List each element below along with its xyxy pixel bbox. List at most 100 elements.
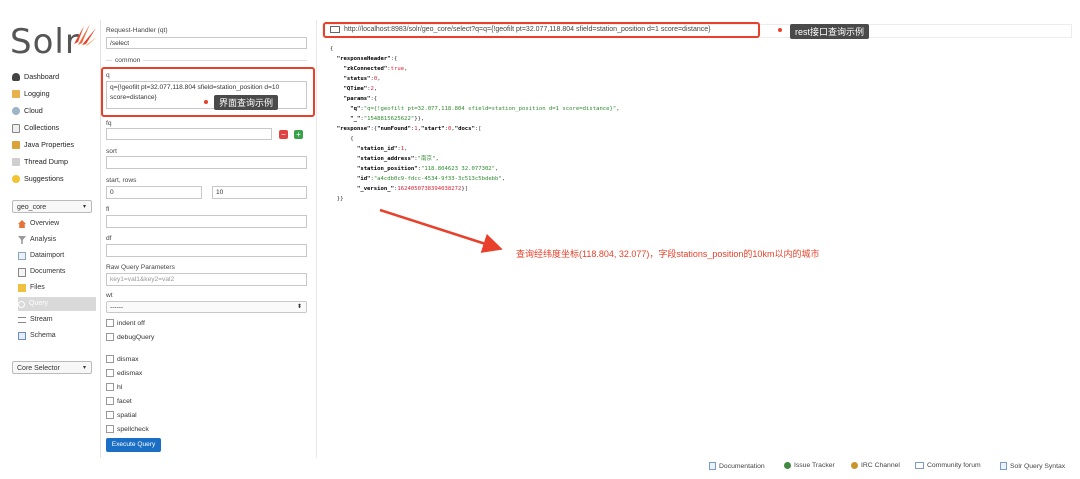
wt-value: ------ xyxy=(110,304,124,311)
checkbox-label: facet xyxy=(117,397,132,405)
core-item-label: Analysis xyxy=(30,236,57,243)
core-item-files[interactable]: Files xyxy=(18,281,96,295)
sidebar-item-thread-dump[interactable]: Thread Dump xyxy=(12,155,96,169)
solr-logo[interactable]: Solr xyxy=(10,20,100,62)
core-item-dataimport[interactable]: Dataimport xyxy=(18,249,96,263)
footer-link-label: Documentation xyxy=(719,462,765,470)
json-key: "_" xyxy=(350,116,361,122)
checkbox-label: spatial xyxy=(117,411,137,419)
footer-community-forum[interactable]: Community forum xyxy=(915,462,981,469)
add-fq-icon[interactable]: + xyxy=(294,130,303,139)
json-key: "responseHeader" xyxy=(336,56,391,62)
checkbox-box[interactable] xyxy=(106,319,114,327)
request-handler-input[interactable]: /select xyxy=(106,37,307,49)
overview-icon xyxy=(18,220,26,228)
json-key: "params" xyxy=(343,96,371,102)
checkbox-label: edismax xyxy=(117,369,143,377)
json-key: "QTime" xyxy=(343,86,368,92)
core-selector-label: Core Selector xyxy=(17,365,60,372)
footer-irc-channel[interactable]: IRC Channel xyxy=(851,462,900,469)
core-select[interactable]: geo_core ▾ xyxy=(12,200,92,213)
fq-input[interactable] xyxy=(106,128,272,140)
sidebar-item-java-properties[interactable]: Java Properties xyxy=(12,138,96,152)
json-value: "南京" xyxy=(417,156,436,162)
checkbox-box[interactable] xyxy=(106,383,114,391)
hl-checkbox[interactable]: hl xyxy=(106,383,122,391)
json-punct: :{ xyxy=(370,96,378,102)
json-key: "station_address" xyxy=(356,156,415,162)
wt-select[interactable]: ------ ⬍ xyxy=(106,301,307,313)
start-input[interactable]: 0 xyxy=(106,186,202,199)
sidebar-item-suggestions[interactable]: Suggestions xyxy=(12,172,96,186)
sidebar-item-cloud[interactable]: Cloud xyxy=(12,104,96,118)
indent-off-checkbox[interactable]: indent off xyxy=(106,319,145,327)
spatial-checkbox[interactable]: spatial xyxy=(106,411,137,419)
syntax-icon xyxy=(1000,462,1007,470)
remove-fq-icon[interactable]: − xyxy=(279,130,288,139)
json-value: "118.804623 32.077302" xyxy=(420,166,496,172)
core-item-overview[interactable]: Overview xyxy=(18,217,96,231)
request-url-link[interactable]: http://localhost:8983/solr/geo_core/sele… xyxy=(330,26,710,33)
rows-input[interactable]: 10 xyxy=(212,186,307,199)
logging-icon xyxy=(12,90,20,98)
json-punct: }} xyxy=(336,196,344,202)
checkbox-box[interactable] xyxy=(106,333,114,341)
json-value: 0 xyxy=(373,76,378,82)
q-label: q xyxy=(106,72,110,79)
json-key: "id" xyxy=(356,176,371,182)
suggestions-icon xyxy=(12,175,20,183)
json-value: 1624050738394038272 xyxy=(397,186,462,192)
query-icon xyxy=(18,300,25,308)
json-key: "numFound" xyxy=(377,126,411,132)
debug-query-checkbox[interactable]: debugQuery xyxy=(106,333,154,341)
df-input[interactable] xyxy=(106,244,307,257)
checkbox-label: indent off xyxy=(117,319,145,327)
json-key: "zkConnected" xyxy=(343,66,388,72)
footer-issue-tracker[interactable]: Issue Tracker xyxy=(784,462,835,469)
fl-input[interactable] xyxy=(106,215,307,228)
core-item-analysis[interactable]: Analysis xyxy=(18,233,96,247)
collections-icon xyxy=(12,123,20,133)
edismax-checkbox[interactable]: edismax xyxy=(106,369,142,377)
chevron-down-icon: ▾ xyxy=(82,365,86,371)
core-item-schema[interactable]: Schema xyxy=(18,329,96,343)
facet-checkbox[interactable]: facet xyxy=(106,397,132,405)
sidebar-item-dashboard[interactable]: Dashboard xyxy=(12,70,96,84)
core-item-query[interactable]: Query xyxy=(18,297,96,311)
core-item-label: Dataimport xyxy=(30,252,65,259)
dismax-checkbox[interactable]: dismax xyxy=(106,355,139,363)
checkbox-box[interactable] xyxy=(106,355,114,363)
json-value: 1 xyxy=(400,146,405,152)
sidebar-item-collections[interactable]: Collections xyxy=(12,121,96,135)
start-rows-label: start, rows xyxy=(106,177,137,184)
json-value: true xyxy=(390,66,405,72)
schema-icon xyxy=(18,332,26,340)
json-punct: :{ xyxy=(390,56,398,62)
footer-solr-query-syntax[interactable]: Solr Query Syntax xyxy=(1000,462,1065,470)
core-item-documents[interactable]: Documents xyxy=(18,265,96,279)
footer-link-label: IRC Channel xyxy=(861,462,900,469)
fl-label: fl xyxy=(106,206,110,213)
json-value: 1 xyxy=(414,126,418,132)
sort-label: sort xyxy=(106,148,117,155)
common-legend: common xyxy=(112,57,144,64)
raw-params-input[interactable]: key1=val1&key2=val2 xyxy=(106,273,307,286)
sidebar-item-logging[interactable]: Logging xyxy=(12,87,96,101)
checkbox-box[interactable] xyxy=(106,369,114,377)
annotation-arrow-icon xyxy=(379,208,503,253)
link-icon xyxy=(330,26,340,33)
solr-flame-icon xyxy=(74,24,98,46)
json-key: "station_position" xyxy=(356,166,418,172)
checkbox-box[interactable] xyxy=(106,411,114,419)
core-item-stream[interactable]: Stream xyxy=(18,313,96,327)
spellcheck-checkbox[interactable]: spellcheck xyxy=(106,425,149,433)
json-punct: }] xyxy=(461,186,469,192)
execute-query-button[interactable]: Execute Query xyxy=(106,438,161,452)
checkbox-box[interactable] xyxy=(106,425,114,433)
core-selector[interactable]: Core Selector ▾ xyxy=(12,361,92,374)
files-icon xyxy=(18,284,26,292)
cloud-icon xyxy=(12,107,20,115)
checkbox-box[interactable] xyxy=(106,397,114,405)
sort-input[interactable] xyxy=(106,156,307,169)
footer-documentation[interactable]: Documentation xyxy=(709,462,765,470)
